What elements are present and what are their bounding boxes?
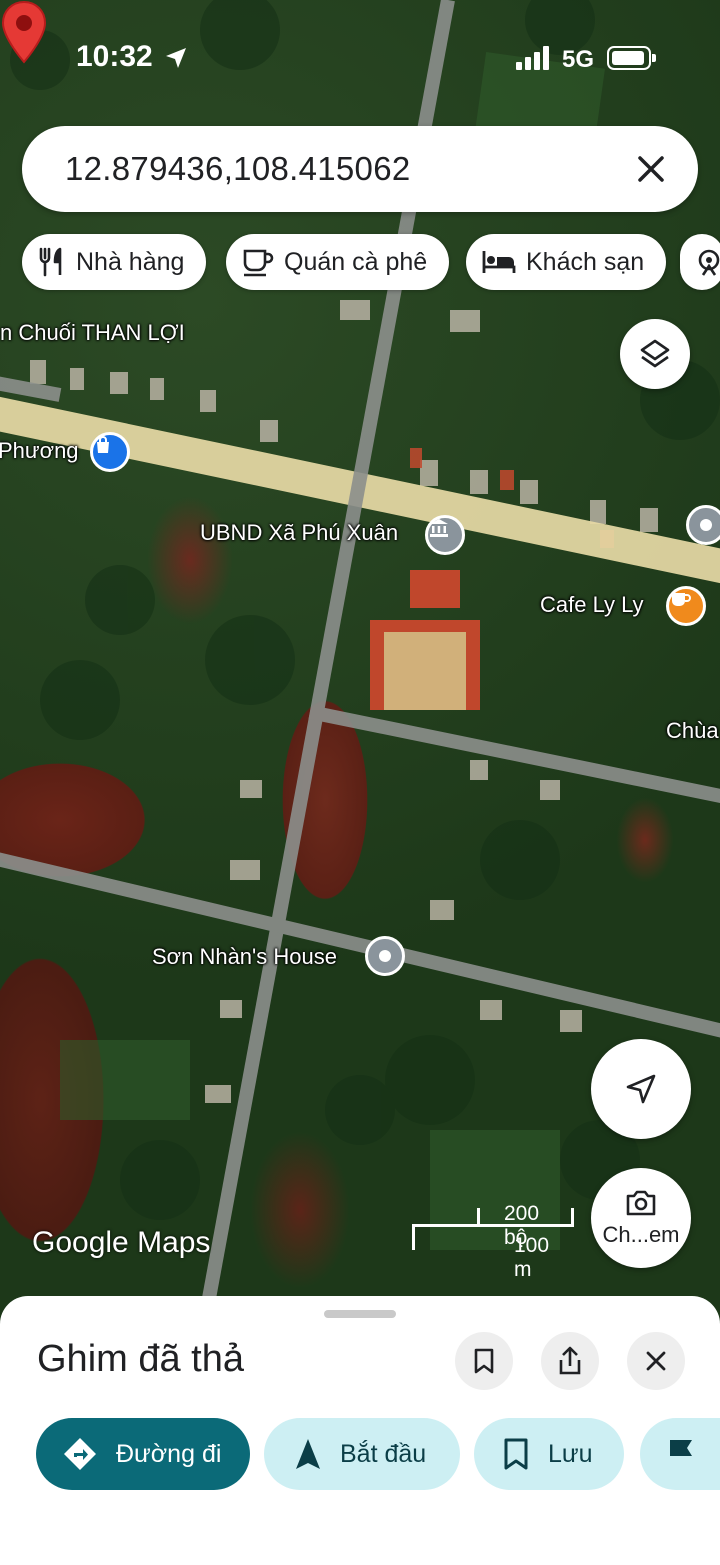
- close-sheet-button[interactable]: [627, 1332, 685, 1390]
- restaurant-icon: [39, 247, 62, 277]
- map-label-phuong[interactable]: Phương: [0, 438, 79, 464]
- chip-label: Khách sạn: [526, 247, 645, 276]
- map-label-cafe[interactable]: Cafe Ly Ly: [540, 592, 644, 618]
- my-location-button[interactable]: [591, 1039, 691, 1139]
- attractions-icon: [698, 249, 720, 276]
- camera-icon: [626, 1190, 656, 1216]
- chip-label: Quán cà phê: [284, 247, 428, 276]
- place-marker-icon[interactable]: [686, 505, 720, 545]
- save-label: Lưu: [548, 1439, 593, 1468]
- close-icon: [646, 1351, 666, 1371]
- navigation-start-icon: [296, 1439, 320, 1469]
- network-type: 5G: [562, 46, 595, 73]
- directions-label: Đường đi: [116, 1439, 222, 1468]
- start-label: Bắt đầu: [340, 1439, 427, 1468]
- save-button[interactable]: Lưu: [474, 1418, 624, 1490]
- navigation-arrow-icon: [626, 1074, 656, 1104]
- sheet-drag-handle[interactable]: [324, 1310, 396, 1318]
- bookmark-icon: [474, 1348, 494, 1374]
- map-label-shop[interactable]: n Chuối THAN LỢI: [0, 320, 185, 346]
- label-button[interactable]: [640, 1418, 720, 1490]
- government-building-icon[interactable]: [425, 515, 465, 555]
- coffee-icon: [243, 249, 274, 277]
- start-button[interactable]: Bắt đầu: [264, 1418, 460, 1490]
- bottom-sheet[interactable]: Ghim đã thả Đường đi Bắt đầu Lưu: [0, 1296, 720, 1565]
- search-query[interactable]: 12.879436,108.415062: [65, 150, 411, 188]
- chip-cafes[interactable]: Quán cà phê: [226, 234, 450, 290]
- camera-search-button[interactable]: Ch...em: [591, 1168, 691, 1268]
- hotel-icon: [482, 251, 516, 273]
- place-dot-icon: [700, 519, 712, 531]
- house-place-icon[interactable]: [365, 936, 405, 976]
- camera-label: Ch...em: [602, 1222, 680, 1247]
- share-icon: [559, 1346, 581, 1375]
- close-icon[interactable]: [632, 150, 670, 188]
- cell-signal-icon: [516, 46, 549, 70]
- save-icon-button[interactable]: [455, 1332, 513, 1390]
- scale-tick: [412, 1224, 415, 1250]
- cafe-poi-icon[interactable]: [666, 586, 706, 626]
- map-label-chua[interactable]: Chùa: [666, 718, 719, 744]
- search-bar[interactable]: 12.879436,108.415062: [22, 126, 698, 212]
- scale-bar: [412, 1224, 574, 1227]
- shopping-bag-icon[interactable]: [90, 432, 130, 472]
- place-dot-icon: [379, 950, 391, 962]
- google-maps-logo: Google Maps: [32, 1226, 211, 1259]
- chip-more[interactable]: [680, 234, 720, 290]
- map-label-ubnd[interactable]: UBND Xã Phú Xuân: [200, 520, 398, 546]
- bookmark-icon: [504, 1438, 528, 1470]
- map-label-house[interactable]: Sơn Nhàn's House: [152, 944, 337, 970]
- chip-hotels[interactable]: Khách sạn: [466, 234, 667, 290]
- location-arrow-icon: [166, 48, 186, 68]
- layers-button[interactable]: [620, 319, 690, 389]
- sheet-title: Ghim đã thả: [37, 1338, 244, 1380]
- status-bar: 10:32 5G: [0, 0, 720, 110]
- scale-metric: 100 m: [514, 1234, 550, 1281]
- status-time: 10:32: [76, 40, 153, 73]
- directions-icon: [64, 1438, 96, 1470]
- share-button[interactable]: [541, 1332, 599, 1390]
- scale-tick: [571, 1208, 574, 1226]
- directions-button[interactable]: Đường đi: [36, 1418, 250, 1490]
- chip-restaurants[interactable]: Nhà hàng: [22, 234, 207, 290]
- chip-label: Nhà hàng: [76, 247, 185, 276]
- layers-icon: [640, 339, 670, 368]
- battery-icon: [607, 46, 656, 70]
- flag-icon: [670, 1440, 692, 1469]
- scale-tick: [477, 1208, 480, 1226]
